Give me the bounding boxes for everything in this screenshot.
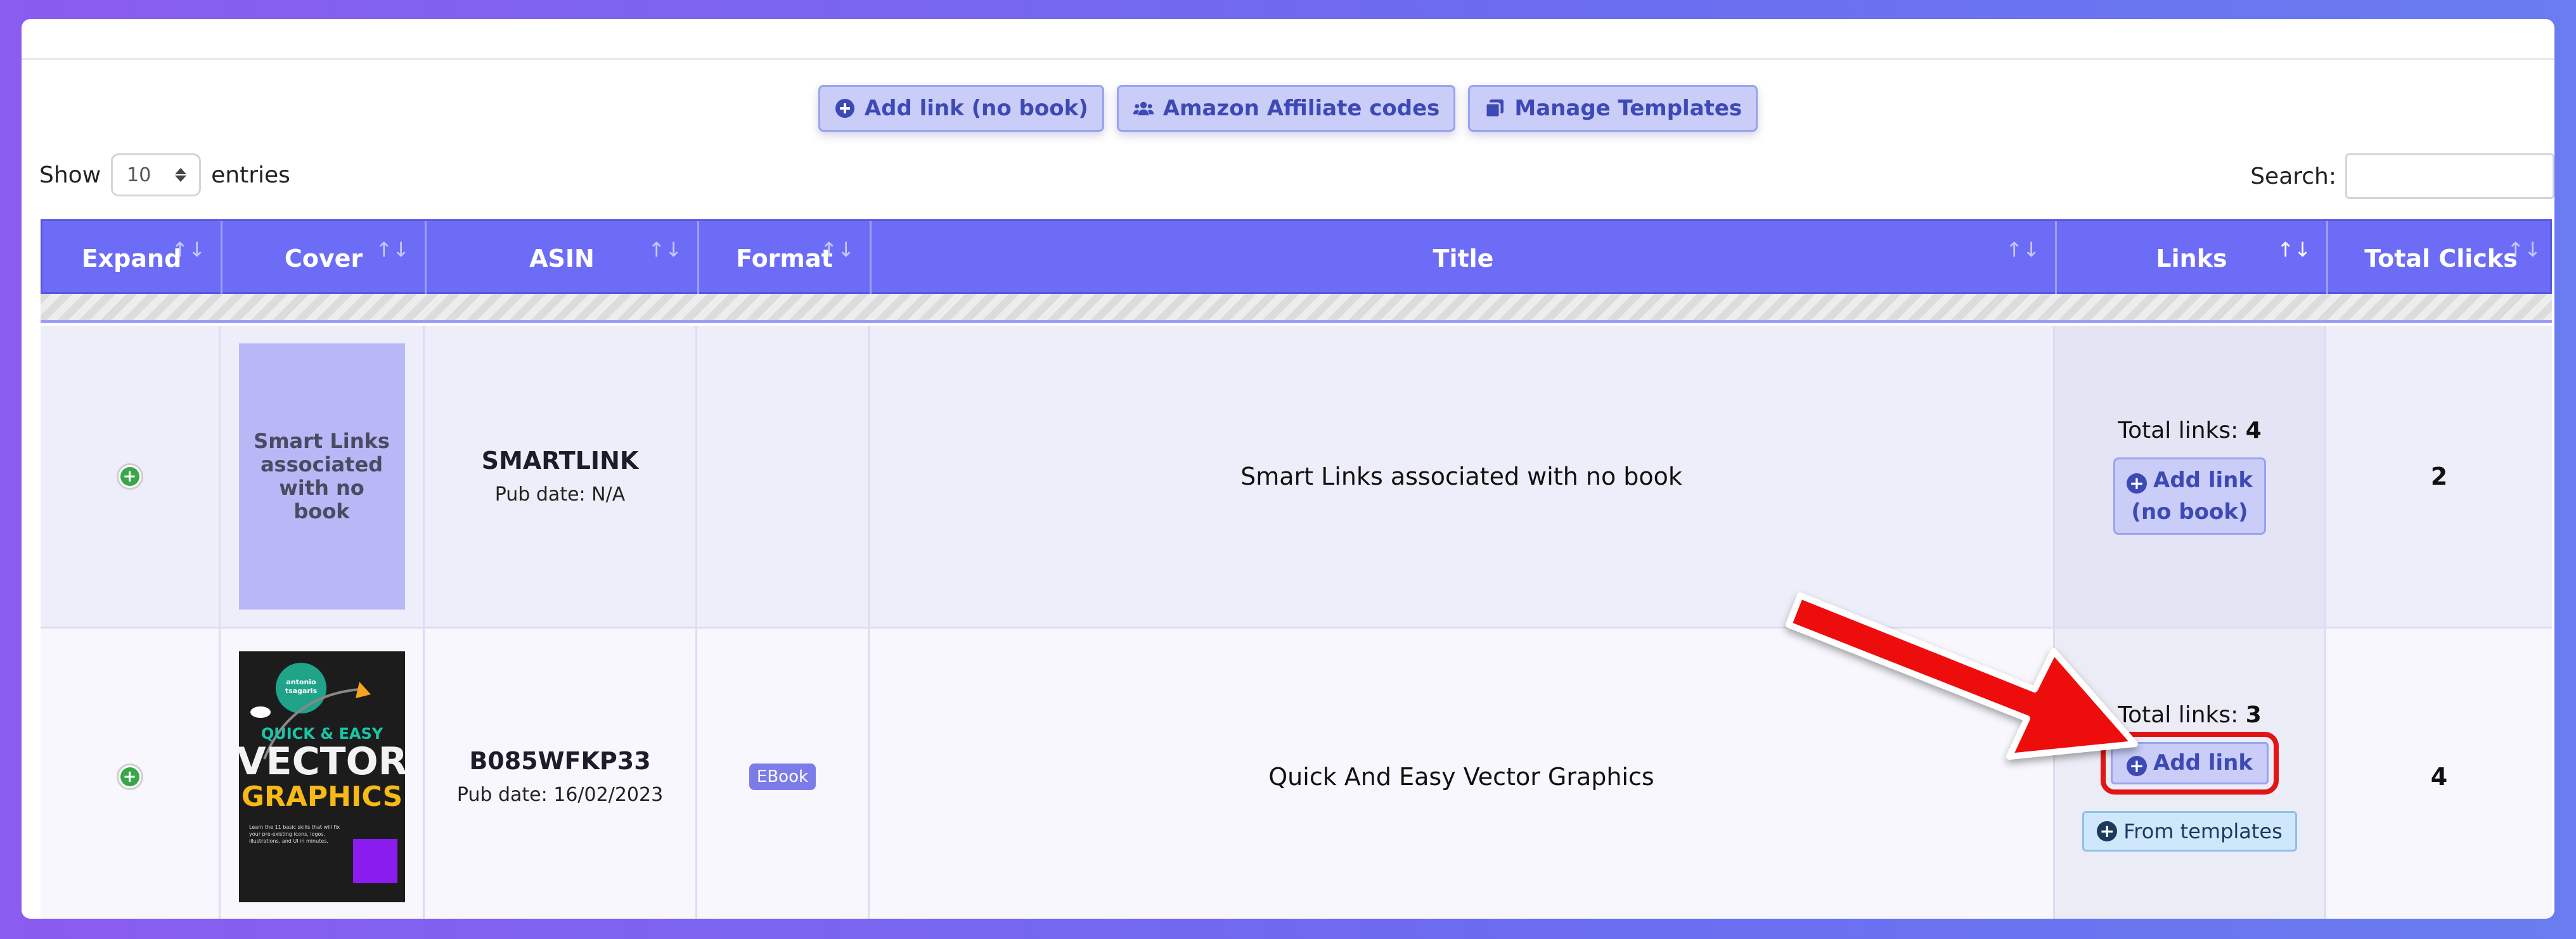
expand-plus-icon[interactable]: +	[116, 763, 143, 790]
sort-desc-icon: ↑↓	[2277, 238, 2311, 262]
expand-plus-icon[interactable]: +	[116, 463, 143, 490]
expand-cell: +	[41, 326, 221, 627]
title-cell: Quick And Easy Vector Graphics	[870, 629, 2055, 919]
cover-author-line1: antonio	[286, 678, 316, 686]
from-templates-button[interactable]: + From templates	[2082, 810, 2297, 852]
copy-icon	[1484, 99, 1504, 118]
show-label: Show	[39, 162, 101, 188]
header-format-label: Format	[736, 245, 833, 272]
add-link-no-book-row-button[interactable]: + Add link (no book)	[2113, 457, 2266, 535]
total-links-label: Total links:	[2118, 701, 2239, 728]
table-row: + antonio tsagaris QUICK & EASY VECTOR G…	[41, 629, 2552, 919]
asin-cell: SMARTLINK Pub date: N/A	[425, 326, 697, 627]
sort-icon: ↑↓	[2006, 238, 2040, 262]
cover-cell: antonio tsagaris QUICK & EASY VECTOR GRA…	[221, 629, 425, 919]
add-link-button[interactable]: + Add link	[2101, 731, 2279, 795]
entries-select-value: 10	[127, 163, 151, 186]
asin-value: SMARTLINK	[481, 447, 639, 475]
cover-cell: Smart Links associated with no book	[221, 326, 425, 627]
sort-icon: ↑↓	[820, 238, 854, 262]
book-title: Quick And Easy Vector Graphics	[1268, 762, 1654, 791]
book-title: Smart Links associated with no book	[1240, 462, 1682, 490]
cover-author-line2: tsagaris	[285, 687, 317, 695]
format-cell	[697, 326, 870, 627]
header-title[interactable]: Title ↑↓	[872, 221, 2057, 296]
table-header: Expand ↑↓ Cover ↑↓ ASIN ↑↓ Format ↑↓ Title ↑↓…	[41, 219, 2554, 296]
cover-blurb: Learn the 11 basic skills that will fix …	[248, 824, 340, 844]
toolbar: Add link (no book) Amazon Affiliate code…	[22, 85, 2554, 132]
links-cell: Total links: 4 + Add link (no book)	[2055, 326, 2326, 627]
page-length-control: Show 10 entries	[39, 153, 290, 196]
header-cover[interactable]: Cover ↑↓	[222, 221, 427, 296]
manage-templates-button[interactable]: Manage Templates	[1468, 85, 1758, 132]
entries-select[interactable]: 10	[111, 153, 202, 196]
expand-cell: +	[41, 629, 221, 919]
add-link-label: Add link	[2153, 750, 2253, 776]
header-cover-label: Cover	[284, 245, 363, 272]
header-total-clicks-label: Total Clicks	[2364, 245, 2518, 272]
sort-icon: ↑↓	[648, 238, 682, 262]
select-arrows-icon	[175, 168, 187, 182]
links-cell: Total links: 3 + Add link + From templates	[2055, 629, 2326, 919]
header-expand-label: Expand	[81, 245, 182, 272]
add-link-line1: Add link	[2153, 468, 2253, 493]
header-total-clicks[interactable]: Total Clicks ↑↓	[2328, 221, 2554, 296]
main-panel: Add link (no book) Amazon Affiliate code…	[22, 19, 2554, 919]
header-expand[interactable]: Expand ↑↓	[42, 221, 222, 296]
total-links: Total links: 3	[2118, 702, 2262, 728]
plus-circle-icon: +	[2097, 821, 2118, 841]
total-clicks: 4	[2430, 762, 2448, 791]
sort-icon: ↑↓	[171, 238, 205, 262]
format-badge: EBook	[749, 763, 816, 790]
add-link-no-book-label: Add link (no book)	[864, 96, 1088, 121]
asin-cell: B085WFKP33 Pub date: 16/02/2023	[425, 629, 697, 919]
total-links: Total links: 4	[2118, 418, 2262, 444]
format-cell: EBook	[697, 629, 870, 919]
total-links-count: 3	[2245, 701, 2262, 728]
amazon-affiliate-codes-button[interactable]: Amazon Affiliate codes	[1116, 85, 1456, 132]
plus-circle-icon: +	[2127, 473, 2148, 494]
users-icon	[1133, 101, 1154, 116]
clicks-cell: 2	[2326, 326, 2552, 627]
cover-placeholder: Smart Links associated with no book	[238, 343, 405, 610]
total-clicks: 2	[2430, 462, 2448, 490]
manage-templates-label: Manage Templates	[1514, 96, 1742, 121]
search-input[interactable]	[2345, 153, 2554, 199]
pub-date: Pub date: N/A	[494, 483, 626, 506]
header-title-label: Title	[1433, 245, 1494, 272]
search-control: Search:	[2250, 153, 2554, 199]
header-links-label: Links	[2156, 245, 2227, 272]
cover-line2: VECTOR	[239, 739, 405, 784]
total-links-count: 4	[2245, 418, 2262, 444]
cover-line3: GRAPHICS	[241, 781, 402, 813]
header-format[interactable]: Format ↑↓	[699, 221, 872, 296]
book-cover-art: antonio tsagaris QUICK & EASY VECTOR GRA…	[238, 651, 405, 902]
total-links-label: Total links:	[2118, 418, 2239, 444]
clicks-cell: 4	[2326, 629, 2552, 919]
add-link-line2: (no book)	[2131, 499, 2248, 525]
pub-date: Pub date: 16/02/2023	[456, 784, 664, 806]
header-filter-bar	[41, 294, 2552, 323]
plus-circle-icon: +	[2127, 755, 2148, 776]
title-cell: Smart Links associated with no book	[870, 326, 2055, 627]
search-label: Search:	[2250, 163, 2336, 189]
book-cover-image: antonio tsagaris QUICK & EASY VECTOR GRA…	[238, 651, 405, 902]
divider	[22, 58, 2554, 60]
sort-icon: ↑↓	[2507, 238, 2541, 262]
header-asin-label: ASIN	[529, 245, 595, 272]
from-templates-label: From templates	[2123, 819, 2283, 843]
header-asin[interactable]: ASIN ↑↓	[427, 221, 699, 296]
header-links[interactable]: Links ↑↓	[2057, 221, 2328, 296]
table-row: + Smart Links associated with no book SM…	[41, 326, 2552, 629]
sort-icon: ↑↓	[375, 238, 409, 262]
asin-value: B085WFKP33	[469, 747, 651, 775]
add-link-no-book-button[interactable]: Add link (no book)	[818, 85, 1104, 132]
plus-circle-icon	[835, 99, 854, 118]
entries-label: entries	[211, 162, 290, 188]
amazon-affiliate-codes-label: Amazon Affiliate codes	[1162, 96, 1440, 121]
